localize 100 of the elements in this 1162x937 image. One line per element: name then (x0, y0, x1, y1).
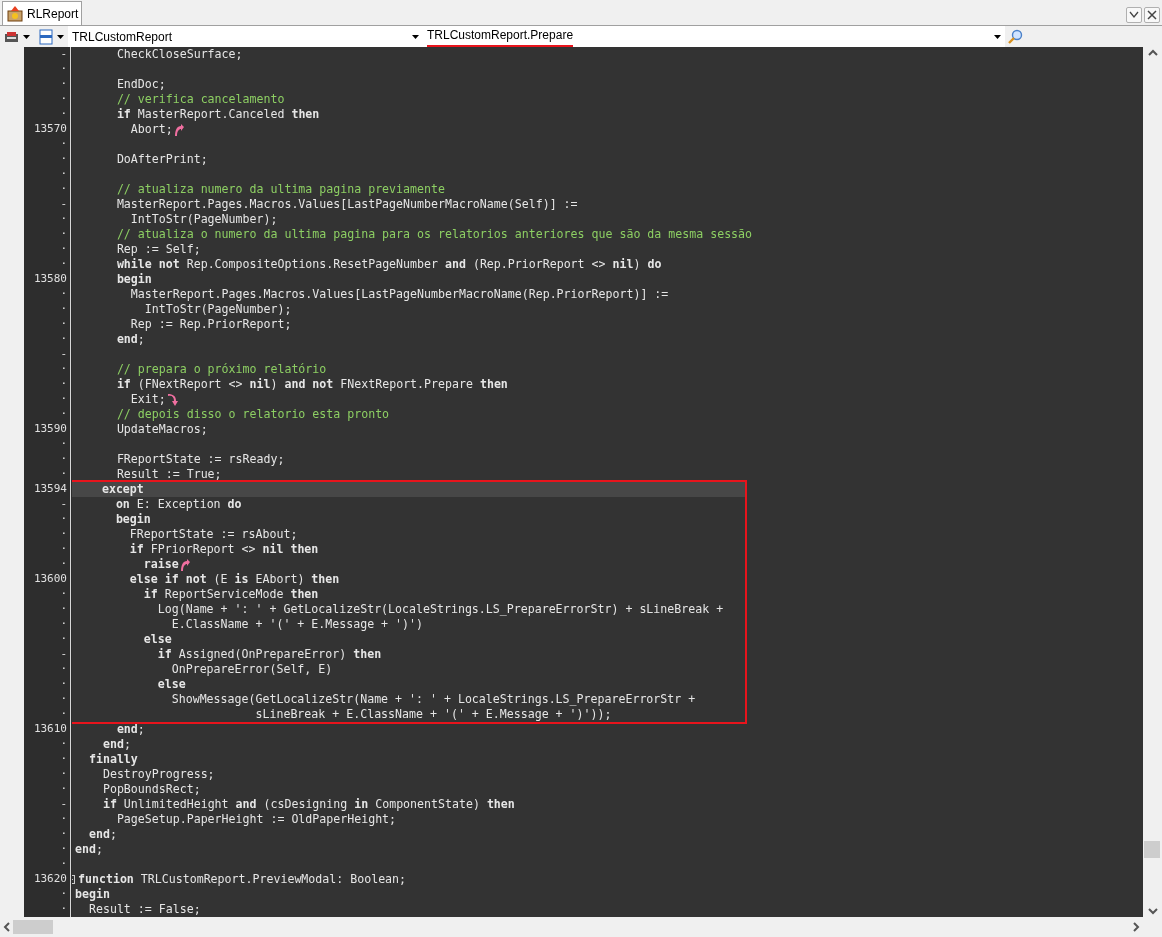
line-number: · (60, 856, 67, 873)
line-number: · (60, 691, 67, 708)
code-line: MasterReport.Pages.Macros.Values[LastPageNumberMacroName(Rep.PriorReport)] := (129, 286, 669, 303)
code-line: if UnlimitedHeight and (csDesigning in ComponentState) then (101, 796, 515, 813)
line-number: 13620 (33, 871, 67, 888)
line-number: · (60, 631, 67, 648)
scroll-left-icon[interactable] (3, 921, 10, 932)
line-number: · (60, 556, 67, 573)
line-number: · (60, 391, 67, 408)
line-number: · (60, 841, 67, 858)
dropdown-caret-icon (994, 34, 1001, 39)
code-line: finally (87, 750, 138, 768)
code-line: UpdateMacros; (115, 421, 208, 438)
code-line: else (142, 630, 172, 648)
scroll-thumb[interactable] (1144, 841, 1160, 858)
line-number: · (60, 91, 67, 108)
line-number: · (60, 316, 67, 333)
code-comment: // atualiza o numero da ultima pagina para os relatorios anteriores que são da mesma sessão (115, 226, 753, 243)
line-number: - (60, 496, 67, 513)
code-line: PopBoundsRect; (101, 781, 201, 798)
line-number: - (60, 196, 67, 213)
printer-icon (4, 29, 20, 44)
line-number: · (60, 166, 67, 183)
dropdown-caret-icon (412, 34, 419, 39)
code-line: if Assigned(OnPrepareError) then (156, 645, 382, 663)
code-line: Result := True; (115, 466, 222, 483)
code-line: raise (142, 556, 179, 573)
line-number: · (60, 526, 67, 543)
code-line: begin (115, 270, 152, 288)
line-number: · (60, 376, 67, 393)
code-line: EndDoc; (115, 75, 166, 93)
code-line: Log(Name + ': ' + GetLocalizeStr(LocaleStrings.LS_PrepareErrorStr) + sLineBreak + (156, 601, 724, 618)
horizontal-scrollbar[interactable] (0, 917, 1143, 936)
line-number: · (60, 406, 67, 423)
code-comment: // verifica cancelamento (115, 90, 285, 108)
method-combo[interactable]: TRLCustomReport.Prepare (423, 26, 1005, 47)
line-number: · (60, 616, 67, 633)
code-line: on E: Exception do (114, 496, 242, 513)
line-number: - (60, 346, 67, 363)
editor-tab[interactable]: RLReport (2, 1, 83, 25)
chevron-down-icon (1129, 11, 1139, 19)
code-line: if (FNextReport <> nil) and not FNextReport.Prepare then (115, 376, 508, 393)
line-number: · (60, 241, 67, 258)
code-line: begin (75, 885, 110, 903)
code-line: if FPriorReport <> nil then (128, 541, 319, 558)
line-number: · (60, 136, 67, 153)
line-number: · (60, 436, 67, 453)
page-icon (38, 28, 54, 45)
line-number: · (60, 586, 67, 603)
scroll-right-icon[interactable] (1133, 921, 1140, 932)
line-number: · (60, 811, 67, 828)
code-line: if MasterReport.Canceled then (115, 105, 320, 123)
line-number: - (60, 796, 67, 813)
line-number: · (60, 301, 67, 318)
code-line: PageSetup.PaperHeight := OldPaperHeight; (115, 811, 397, 828)
close-icon (1147, 10, 1157, 20)
line-number: · (60, 886, 67, 903)
scroll-thumb[interactable] (13, 919, 53, 934)
code-line: if ReportServiceMode then (142, 585, 319, 603)
code-line: begin (114, 510, 151, 528)
line-number: 13570 (33, 121, 67, 138)
line-number: 13600 (33, 571, 67, 588)
line-number: · (60, 181, 67, 198)
code-line: end; (75, 840, 103, 858)
code-line: ShowMessage(GetLocalizeStr(Name + ': ' + LocaleStrings.LS_PrepareErrorStr + (170, 690, 696, 708)
report-app-icon (6, 4, 24, 23)
line-number: · (60, 451, 67, 468)
line-number: · (60, 226, 67, 243)
code-line: IntToStr(PageNumber); (143, 301, 292, 318)
code-line: Abort; (129, 121, 173, 138)
line-number: 13610 (33, 721, 67, 738)
line-number: · (60, 751, 67, 768)
line-number: 13590 (33, 421, 67, 438)
code-comment: // depois disso o relatorio esta pronto (115, 405, 390, 423)
code-line: end; (87, 825, 117, 843)
line-number: · (60, 76, 67, 93)
scroll-down-icon[interactable] (1147, 908, 1158, 915)
scroll-up-icon[interactable] (1147, 49, 1158, 56)
close-button[interactable] (1144, 7, 1160, 23)
code-line: Rep := Rep.PriorReport; (129, 316, 292, 333)
code-line: Result := False; (87, 901, 201, 917)
code-line: else (156, 676, 186, 693)
code-line: Exit; (129, 391, 166, 408)
line-number: · (60, 106, 67, 123)
line-number: · (60, 286, 67, 303)
line-number: · (60, 661, 67, 678)
line-number: · (60, 361, 67, 378)
line-number: 13594 (33, 481, 67, 498)
class-combo[interactable]: TRLCustomReport (68, 26, 423, 47)
code-line: DestroyProgress; (101, 766, 215, 783)
code-line: E.ClassName + '(' + E.Message + ')') (170, 616, 423, 633)
line-number: · (60, 151, 67, 168)
code-line: IntToStr(PageNumber); (129, 211, 278, 228)
line-number: · (60, 736, 67, 753)
line-number: · (60, 331, 67, 348)
chevron-down-button[interactable] (1126, 7, 1142, 23)
caret-icon (57, 34, 64, 39)
line-number: - (60, 646, 67, 663)
code-line: end; (115, 331, 145, 348)
code-line: end; (115, 720, 145, 738)
